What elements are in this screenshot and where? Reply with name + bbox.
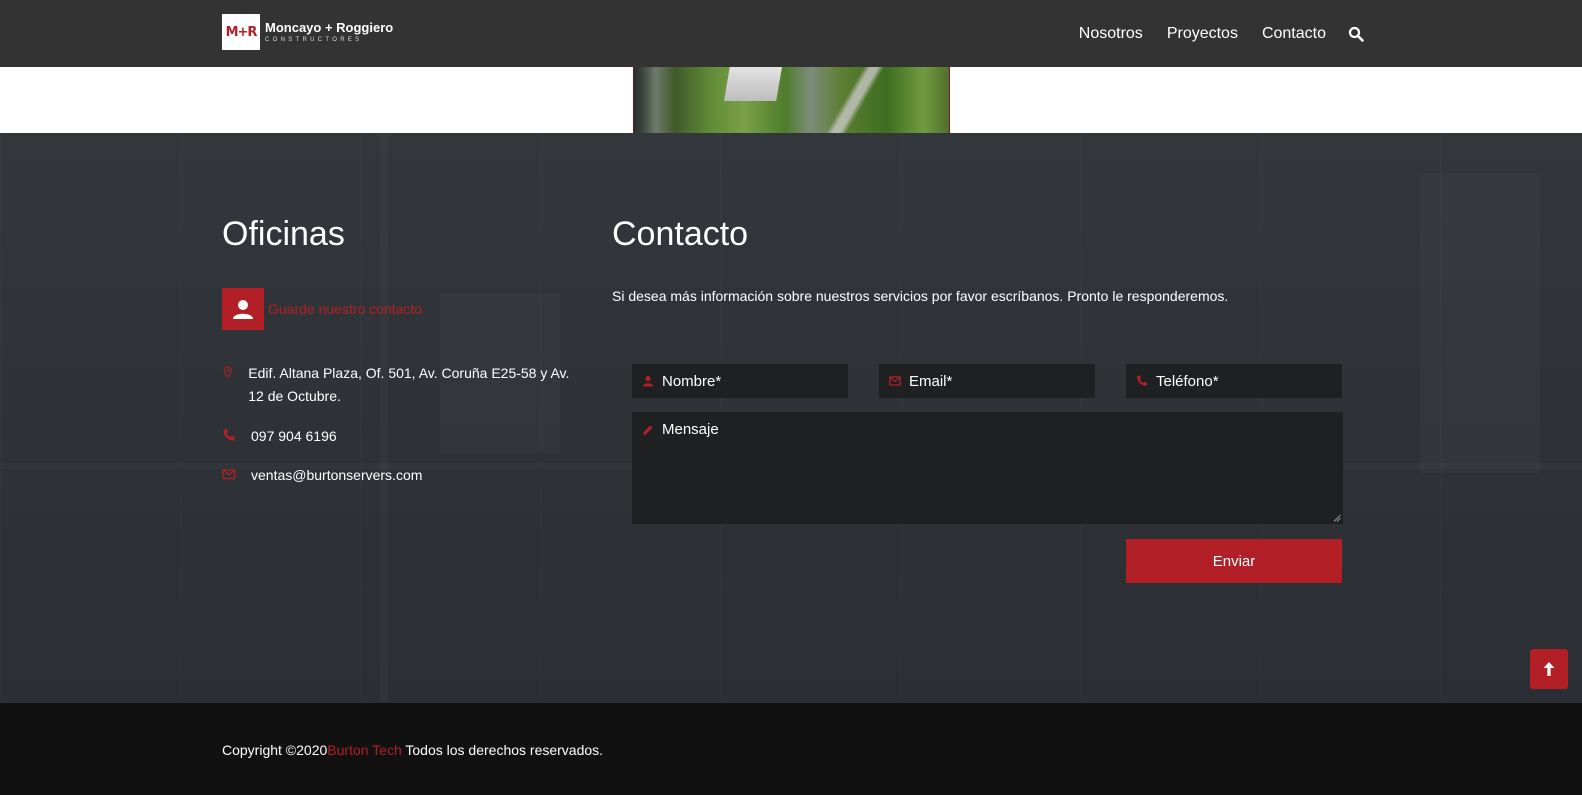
submit-button[interactable]: Enviar — [1126, 539, 1342, 583]
pencil-icon — [643, 425, 653, 435]
logo-name: Moncayo + Roggiero — [265, 20, 394, 35]
office-email[interactable]: ventas@burtonservers.com — [222, 464, 422, 487]
office-phone[interactable]: 097 904 6196 — [222, 425, 337, 448]
copyright-suffix: Todos los derechos reservados. — [401, 742, 604, 758]
user-icon — [222, 288, 264, 330]
mail-icon — [222, 469, 236, 480]
map-pin-icon — [223, 366, 232, 378]
nav-nosotros[interactable]: Nosotros — [1079, 25, 1143, 43]
resize-handle-icon[interactable] — [1333, 514, 1341, 522]
nav-contacto[interactable]: Contacto — [1262, 25, 1326, 43]
save-contact-label: Guarde nuestro contacto — [268, 301, 423, 317]
phone-field[interactable]: Teléfono* — [1126, 364, 1342, 398]
nav-proyectos[interactable]: Proyectos — [1167, 25, 1238, 43]
phone-icon — [223, 429, 235, 441]
message-field[interactable]: Mensaje — [632, 412, 1343, 524]
email-text: ventas@burtonservers.com — [251, 467, 423, 483]
image-road — [819, 67, 909, 133]
name-field[interactable]: Nombre* — [632, 364, 848, 398]
copyright-prefix: Copyright ©2020 — [222, 742, 328, 758]
phone-text: 097 904 6196 — [251, 428, 337, 444]
offices-title: Oficinas — [222, 215, 345, 253]
phone-icon — [1137, 375, 1147, 386]
site-logo[interactable]: M+R Moncayo + Roggiero CONSTRUCTORES — [222, 14, 393, 50]
brand-link[interactable]: Burton Tech — [327, 742, 401, 758]
image-shadow — [634, 67, 654, 133]
bg-decoration — [1420, 173, 1540, 473]
back-to-top-button[interactable] — [1530, 649, 1568, 689]
contact-title: Contacto — [612, 215, 749, 253]
search-icon[interactable] — [1348, 26, 1364, 42]
image-house — [724, 67, 782, 101]
site-footer: Copyright ©2020Burton Tech Todos los der… — [0, 703, 1582, 795]
user-icon — [642, 376, 654, 387]
address-text: Edif. Altana Plaza, Of. 501, Av. Coruña … — [248, 365, 570, 404]
bg-decoration — [380, 133, 388, 703]
copyright: Copyright ©2020Burton Tech Todos los der… — [222, 742, 603, 758]
contact-intro: Si desea más información sobre nuestros … — [612, 288, 1229, 304]
office-address: Edif. Altana Plaza, Of. 501, Av. Coruña … — [222, 362, 584, 408]
logo-text: Moncayo + Roggiero CONSTRUCTORES — [265, 21, 393, 43]
project-image[interactable] — [633, 67, 950, 133]
name-placeholder: Nombre* — [662, 372, 722, 390]
email-field[interactable]: Email* — [879, 364, 1095, 398]
main-nav: Nosotros Proyectos Contacto — [1055, 0, 1364, 67]
logo-mark: M+R — [222, 14, 260, 50]
logo-subtitle: CONSTRUCTORES — [265, 37, 363, 43]
contact-section: Oficinas Contacto Guarde nuestro contact… — [0, 133, 1582, 703]
phone-placeholder: Teléfono* — [1156, 372, 1219, 390]
email-placeholder: Email* — [909, 372, 953, 390]
message-placeholder: Mensaje — [662, 421, 719, 438]
mail-icon — [889, 376, 901, 386]
arrow-up-icon — [1543, 662, 1555, 676]
save-contact-link[interactable]: Guarde nuestro contacto — [222, 288, 422, 330]
site-header: M+R Moncayo + Roggiero CONSTRUCTORES Nos… — [0, 0, 1582, 67]
content-strip — [0, 67, 1582, 133]
